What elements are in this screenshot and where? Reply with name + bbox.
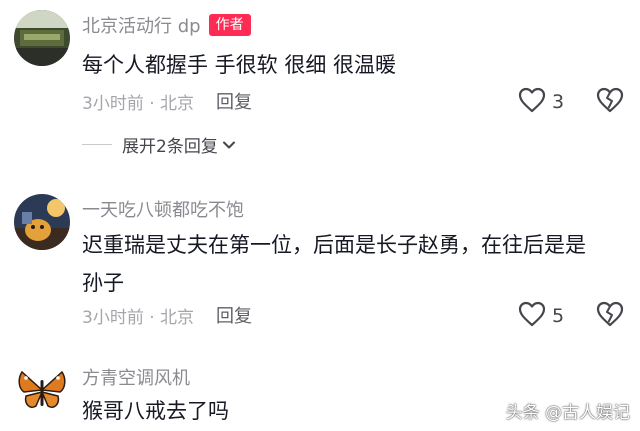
- comment-text: 迟重瑞是丈夫在第一位，后面是长子赵勇，在往后是是 孙子: [82, 233, 586, 295]
- avatar[interactable]: [14, 194, 70, 250]
- comment-time-location: 3小时前 · 北京: [82, 93, 195, 114]
- like-count: 3: [552, 91, 565, 113]
- heart-outline-icon: [518, 87, 546, 117]
- expand-replies-button[interactable]: 展开2条回复: [82, 132, 236, 157]
- broken-heart-icon: [596, 301, 624, 332]
- comment-text: 猴哥八戒去了吗: [82, 399, 229, 423]
- like-count: 5: [552, 305, 565, 327]
- expand-replies-label: 展开2条回复: [122, 137, 218, 157]
- avatar[interactable]: [14, 10, 70, 66]
- heart-outline-icon: [518, 301, 546, 331]
- author-badge: 作者: [208, 14, 251, 36]
- like-button[interactable]: 3: [518, 87, 564, 117]
- comment-text: 每个人都握手 手很软 很细 很温暖: [82, 53, 397, 77]
- reply-button[interactable]: 回复: [216, 88, 252, 114]
- avatar[interactable]: [14, 362, 70, 418]
- dislike-button[interactable]: [596, 86, 624, 118]
- dislike-button[interactable]: [596, 300, 624, 332]
- like-button[interactable]: 5: [518, 301, 564, 331]
- reply-button[interactable]: 回复: [216, 302, 252, 328]
- divider: [82, 144, 112, 145]
- chevron-down-icon: [222, 138, 236, 152]
- username[interactable]: 一天吃八顿都吃不饱: [82, 196, 244, 222]
- username[interactable]: 北京活动行 dp: [82, 12, 201, 38]
- username[interactable]: 方青空调风机: [82, 364, 190, 390]
- comment-time-location: 3小时前 · 北京: [82, 307, 195, 328]
- broken-heart-icon: [596, 87, 624, 118]
- watermark: 头条 @古人娱记: [505, 403, 630, 423]
